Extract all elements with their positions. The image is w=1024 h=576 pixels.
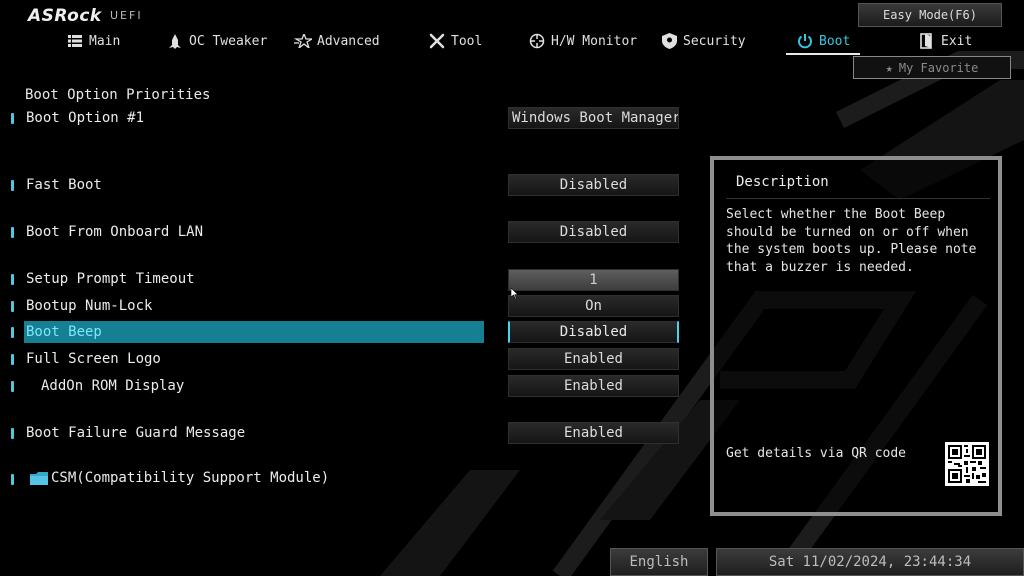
boot-from-onboard-lan-value[interactable]: Disabled bbox=[508, 221, 679, 243]
tools-icon bbox=[428, 33, 446, 49]
row-marker bbox=[11, 354, 14, 365]
easy-mode-button[interactable]: Easy Mode(F6) bbox=[858, 3, 1002, 27]
tab-advanced-label: Advanced bbox=[317, 33, 380, 49]
crosshair-icon bbox=[528, 33, 546, 49]
tab-exit[interactable]: Exit bbox=[918, 30, 972, 52]
tab-main-label: Main bbox=[89, 33, 121, 49]
setting-row-boot-beep[interactable]: Boot Beep bbox=[0, 321, 490, 343]
tab-main[interactable]: Main bbox=[66, 30, 120, 52]
tab-security-label: Security bbox=[683, 33, 746, 49]
setting-label: Boot Beep bbox=[26, 324, 102, 340]
exit-icon bbox=[918, 33, 936, 49]
setting-label: CSM(Compatibility Support Module) bbox=[51, 470, 330, 486]
setting-label: Setup Prompt Timeout bbox=[26, 271, 195, 287]
brand-logo: ASRock bbox=[28, 6, 102, 26]
folder-icon bbox=[30, 472, 48, 485]
setup-prompt-timeout-input[interactable]: 1 bbox=[508, 269, 679, 291]
my-favorite-label: My Favorite bbox=[898, 60, 979, 75]
setting-label: AddOn ROM Display bbox=[41, 378, 185, 394]
tab-tool-label: Tool bbox=[451, 33, 483, 49]
my-favorite-button[interactable]: ★ My Favorite bbox=[853, 56, 1011, 79]
setting-label: Full Screen Logo bbox=[26, 351, 161, 367]
row-marker bbox=[11, 428, 14, 439]
setting-row-setup-prompt-timeout[interactable]: Setup Prompt Timeout bbox=[0, 268, 490, 290]
setting-row-bootup-num-lock[interactable]: Bootup Num-Lock bbox=[0, 295, 490, 317]
brand-uefi-label: UEFI bbox=[110, 9, 143, 22]
tab-oc-tweaker[interactable]: OC Tweaker bbox=[166, 30, 267, 52]
row-marker bbox=[11, 381, 14, 392]
setting-label: Bootup Num-Lock bbox=[26, 298, 153, 314]
qr-code-label: Get details via QR code bbox=[726, 446, 907, 461]
row-marker bbox=[11, 474, 14, 485]
row-marker bbox=[11, 327, 14, 338]
shield-icon bbox=[660, 33, 678, 49]
submenu-csm[interactable]: CSM(Compatibility Support Module) bbox=[0, 467, 490, 489]
language-button[interactable]: English bbox=[610, 548, 708, 576]
description-divider bbox=[726, 198, 990, 199]
setting-row-boot-from-onboard-lan[interactable]: Boot From Onboard LAN bbox=[0, 221, 490, 243]
tab-boot[interactable]: Boot bbox=[785, 30, 861, 55]
mouse-cursor-icon bbox=[511, 288, 519, 299]
setting-label: Boot Option #1 bbox=[26, 110, 145, 126]
row-marker bbox=[11, 113, 14, 124]
top-nav: Main OC Tweaker Advanced Tool H/W Monito… bbox=[0, 30, 1024, 55]
setting-row-fast-boot[interactable]: Fast Boot bbox=[0, 174, 490, 196]
tab-exit-label: Exit bbox=[941, 33, 973, 49]
row-marker bbox=[11, 180, 14, 191]
setting-row-full-screen-logo[interactable]: Full Screen Logo bbox=[0, 348, 490, 370]
setting-row-boot-option-1[interactable]: Boot Option #1 bbox=[0, 107, 490, 129]
rocket-icon bbox=[166, 33, 184, 49]
star-icon: ★ bbox=[885, 60, 893, 75]
description-text: Select whether the Boot Beep should be t… bbox=[726, 207, 977, 275]
description-panel: Description Select whether the Boot Beep… bbox=[710, 156, 1002, 516]
addon-rom-display-value[interactable]: Enabled bbox=[508, 375, 679, 397]
setting-label: Boot Failure Guard Message bbox=[26, 425, 246, 441]
qr-code-icon[interactable] bbox=[945, 442, 989, 486]
power-icon bbox=[796, 33, 814, 49]
tab-tool[interactable]: Tool bbox=[428, 30, 482, 52]
row-marker bbox=[11, 227, 14, 238]
bootup-num-lock-value[interactable]: On bbox=[508, 295, 679, 317]
tab-advanced[interactable]: Advanced bbox=[294, 30, 380, 52]
tab-hw-monitor[interactable]: H/W Monitor bbox=[528, 30, 637, 52]
row-marker bbox=[11, 274, 14, 285]
setting-row-boot-failure-guard-message[interactable]: Boot Failure Guard Message bbox=[0, 422, 490, 444]
tab-hw-monitor-label: H/W Monitor bbox=[551, 33, 638, 49]
setting-label: Fast Boot bbox=[26, 177, 102, 193]
fast-boot-value[interactable]: Disabled bbox=[508, 174, 679, 196]
boot-option-1-value[interactable]: Windows Boot Manager ... bbox=[508, 107, 679, 129]
datetime-display: Sat 11/02/2024, 23:44:34 bbox=[716, 548, 1024, 576]
section-title: Boot Option Priorities bbox=[25, 87, 211, 103]
boot-beep-value[interactable]: Disabled bbox=[508, 321, 679, 343]
description-title: Description bbox=[736, 174, 829, 190]
star-advanced-icon bbox=[294, 33, 312, 49]
full-screen-logo-value[interactable]: Enabled bbox=[508, 348, 679, 370]
boot-failure-guard-message-value[interactable]: Enabled bbox=[508, 422, 679, 444]
tab-boot-label: Boot bbox=[819, 33, 851, 49]
setting-label: Boot From Onboard LAN bbox=[26, 224, 204, 240]
row-marker bbox=[11, 301, 14, 312]
setting-row-addon-rom-display[interactable]: AddOn ROM Display bbox=[0, 375, 490, 397]
tab-security[interactable]: Security bbox=[660, 30, 746, 52]
list-icon bbox=[66, 33, 84, 49]
tab-oc-tweaker-label: OC Tweaker bbox=[189, 33, 268, 49]
